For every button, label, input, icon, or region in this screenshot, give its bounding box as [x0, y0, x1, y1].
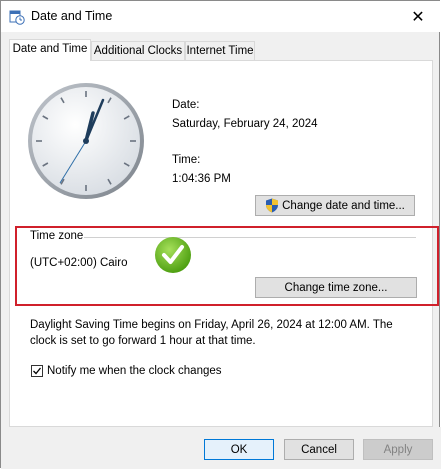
- change-date-time-button[interactable]: Change date and time...: [255, 195, 415, 216]
- clock-app-icon: [9, 10, 25, 25]
- notify-checkbox[interactable]: [31, 365, 43, 377]
- close-button[interactable]: ✕: [395, 1, 441, 32]
- notify-label: Notify me when the clock changes: [47, 365, 222, 377]
- window-title: Date and Time: [31, 9, 113, 23]
- apply-button[interactable]: Apply: [363, 439, 433, 460]
- title-bar[interactable]: Date and Time ✕: [1, 1, 441, 32]
- analog-clock: [28, 83, 144, 199]
- date-time-dialog: Date and Time ✕ Date and Time Additional…: [0, 0, 441, 469]
- time-value: 1:04:36 PM: [172, 173, 231, 185]
- ok-button[interactable]: OK: [204, 439, 274, 460]
- tab-date-and-time[interactable]: Date and Time: [9, 39, 91, 61]
- tab-internet-time[interactable]: Internet Time: [185, 41, 255, 60]
- uac-shield-icon: [266, 198, 279, 213]
- time-label: Time:: [172, 154, 201, 166]
- close-icon: ✕: [411, 8, 425, 26]
- change-date-time-label: Change date and time...: [282, 199, 405, 212]
- tab-additional-clocks[interactable]: Additional Clocks: [91, 41, 185, 60]
- cancel-button[interactable]: Cancel: [284, 439, 354, 460]
- button-bar: OK Cancel Apply: [1, 427, 441, 469]
- check-icon: [33, 367, 42, 375]
- date-label: Date:: [172, 99, 200, 111]
- time-zone-highlight-box: [15, 226, 439, 306]
- dst-note-line1: Daylight Saving Time begins on Friday, A…: [30, 319, 393, 331]
- dst-note-line2: clock is set to go forward 1 hour at tha…: [30, 335, 256, 347]
- date-value: Saturday, February 24, 2024: [172, 118, 318, 130]
